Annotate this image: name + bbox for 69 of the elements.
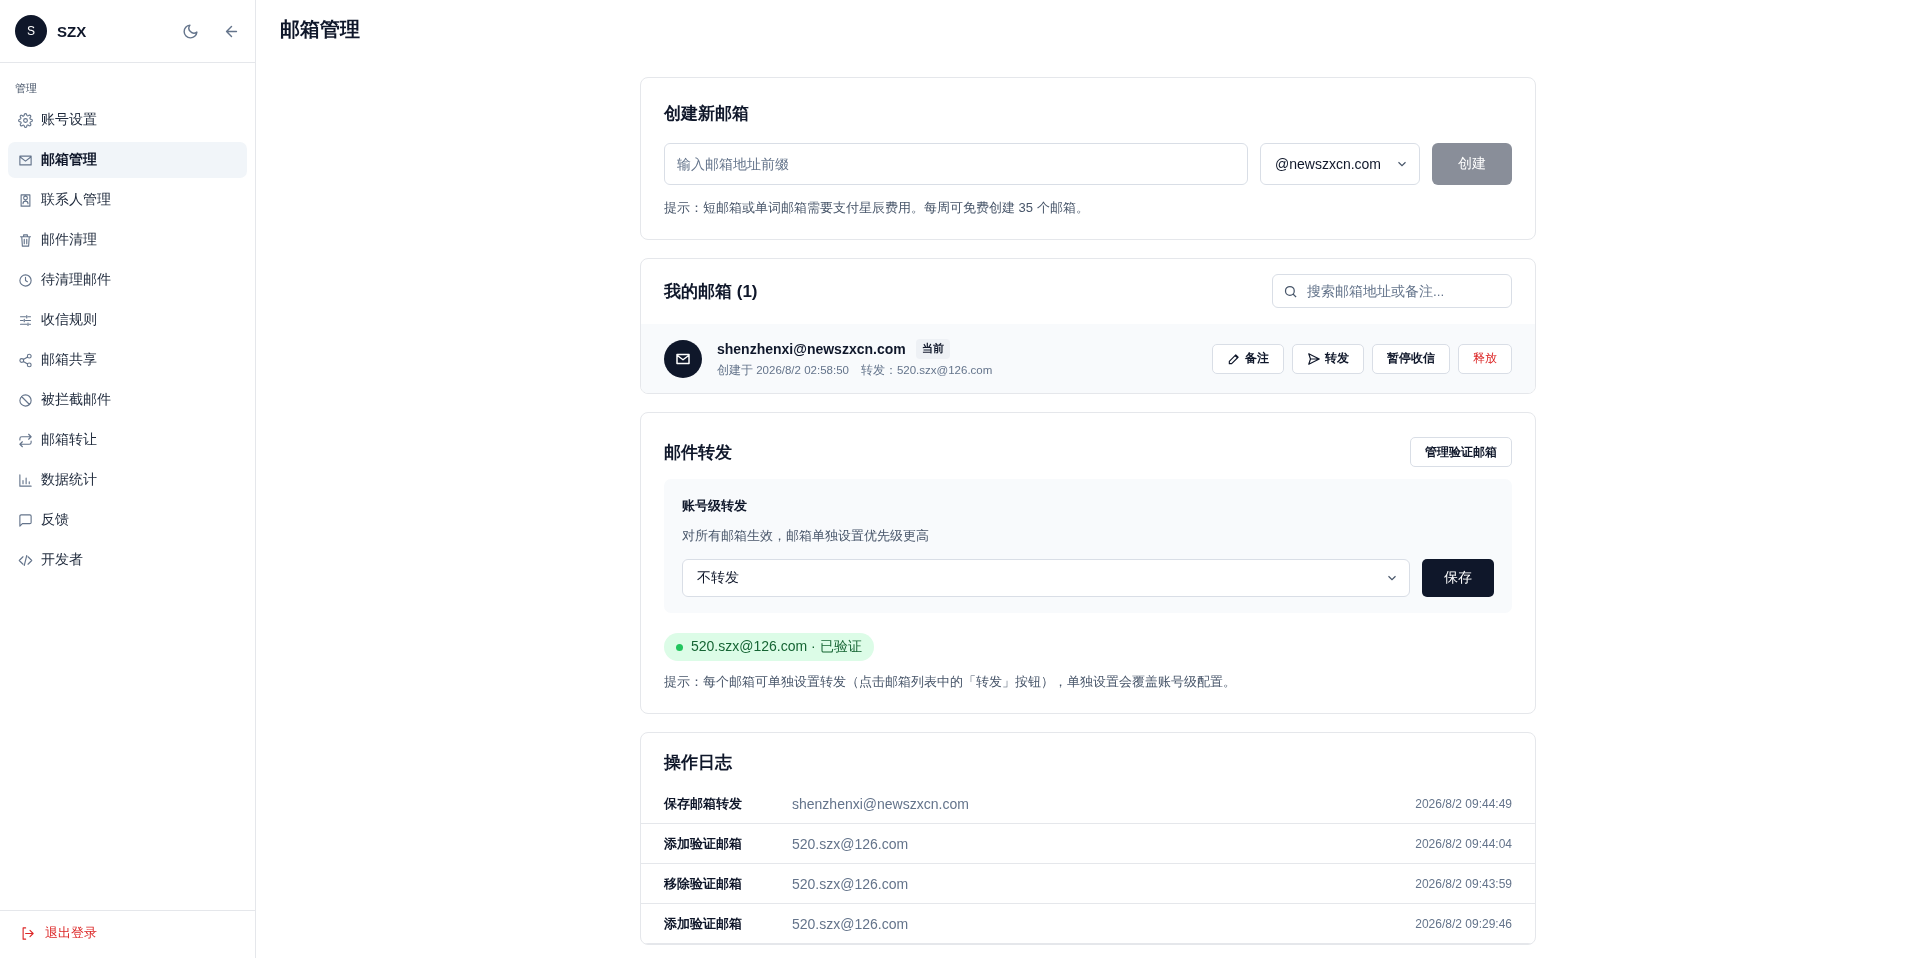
action-button[interactable]: 备注 xyxy=(1212,343,1284,374)
sidebar-item[interactable]: 数据统计 xyxy=(8,462,247,498)
log-time: 2026/8/2 09:29:46 xyxy=(1415,916,1512,931)
clock-icon xyxy=(18,272,33,288)
speech-bubble-icon xyxy=(18,512,33,528)
sidebar-item[interactable]: 邮箱管理 xyxy=(8,142,247,178)
log-action: 添加验证邮箱 xyxy=(664,914,743,933)
log-action: 移除验证邮箱 xyxy=(664,874,743,893)
logout-icon xyxy=(20,926,35,941)
action-button[interactable]: 暂停收信 xyxy=(1372,343,1450,374)
sidebar-item[interactable]: 待清理邮件 xyxy=(8,262,247,298)
sidebar-item[interactable]: 邮件清理 xyxy=(8,222,247,258)
card-title: 我的邮箱 (1) xyxy=(664,280,758,303)
prohibited-icon xyxy=(18,392,33,408)
log-time: 2026/8/2 09:44:49 xyxy=(1415,796,1512,811)
send-icon xyxy=(1307,351,1321,366)
panel-description: 对所有邮箱生效，邮箱单独设置优先级更高 xyxy=(682,527,930,545)
manage-verified-button[interactable]: 管理验证邮箱 xyxy=(1410,437,1512,467)
sliders-icon xyxy=(18,312,33,328)
pencil-icon xyxy=(1227,351,1241,366)
search-field[interactable]: 搜索邮箱地址或备注... xyxy=(1272,274,1512,308)
forward-target: 转发：520.szx@126.com xyxy=(860,363,993,378)
repeat-arrows-icon xyxy=(18,432,33,448)
sidebar-item[interactable]: 联系人管理 xyxy=(8,182,247,218)
log-target: shenzhenxi@newszxcn.com xyxy=(792,795,970,812)
logout-link[interactable]: 退出登录 xyxy=(20,925,235,942)
log-action: 添加验证邮箱 xyxy=(664,834,743,853)
card-title: 创建新邮箱 xyxy=(664,103,750,125)
moon-icon[interactable] xyxy=(182,22,199,40)
log-target: 520.szx@126.com xyxy=(792,875,910,892)
user-name: SZX xyxy=(57,22,88,40)
trash-icon xyxy=(18,232,33,248)
prefix-input-field[interactable]: 输入邮箱地址前缀 xyxy=(664,143,1248,185)
share-icon xyxy=(18,352,33,368)
hint-text: 提示：短邮箱或单词邮箱需要支付星辰费用。每周可免费创建 35 个邮箱。 xyxy=(664,199,1090,217)
sidebar-item[interactable]: 邮箱共享 xyxy=(8,342,247,378)
log-target: 520.szx@126.com xyxy=(792,915,910,932)
forward-select[interactable]: 不转发 xyxy=(682,559,1410,597)
sidebar-item[interactable]: 被拦截邮件 xyxy=(8,382,247,418)
sidebar-item[interactable]: 开发者 xyxy=(8,542,247,578)
card-title: 邮件转发 xyxy=(664,441,732,464)
card-title: 操作日志 xyxy=(662,752,733,774)
mailbox-address: shenzhenxi@newszxcn.com xyxy=(717,341,906,357)
sidebar-item[interactable]: 收信规则 xyxy=(8,302,247,338)
created-time: 创建于 2026/8/2 02:58:50 xyxy=(717,363,849,378)
sidebar-item[interactable]: 账号设置 xyxy=(8,102,247,138)
gear-icon xyxy=(18,112,33,128)
verified-email-text: 520.szx@126.com · 已验证 xyxy=(691,638,862,656)
envelope-icon xyxy=(18,152,33,168)
save-button[interactable]: 保存 xyxy=(1422,559,1494,597)
current-badge: 当前 xyxy=(915,339,950,359)
hint-text: 提示：每个邮箱可单独设置转发（点击邮箱列表中的「转发」按钮），单独设置会覆盖账号级配置。 xyxy=(664,673,1237,691)
sidebar-item[interactable]: 反馈 xyxy=(8,502,247,538)
search-icon xyxy=(1283,284,1298,299)
page-title: 邮箱管理 xyxy=(280,17,361,42)
panel-title: 账号级转发 xyxy=(682,497,748,515)
action-button[interactable]: 释放 xyxy=(1458,343,1512,374)
log-time: 2026/8/2 09:43:59 xyxy=(1415,876,1512,891)
action-button[interactable]: 转发 xyxy=(1292,343,1364,374)
contact-card-icon xyxy=(18,192,33,208)
log-time: 2026/8/2 09:44:04 xyxy=(1415,836,1512,851)
code-icon xyxy=(18,552,33,568)
section-label: 管理 xyxy=(14,81,38,96)
user-avatar: S xyxy=(15,15,47,47)
sidebar-item[interactable]: 邮箱转让 xyxy=(8,422,247,458)
log-target: 520.szx@126.com xyxy=(792,835,910,852)
domain-select[interactable]: @newszxcn.com xyxy=(1260,143,1420,185)
log-action: 保存邮箱转发 xyxy=(664,794,743,813)
bar-chart-icon xyxy=(18,472,33,488)
